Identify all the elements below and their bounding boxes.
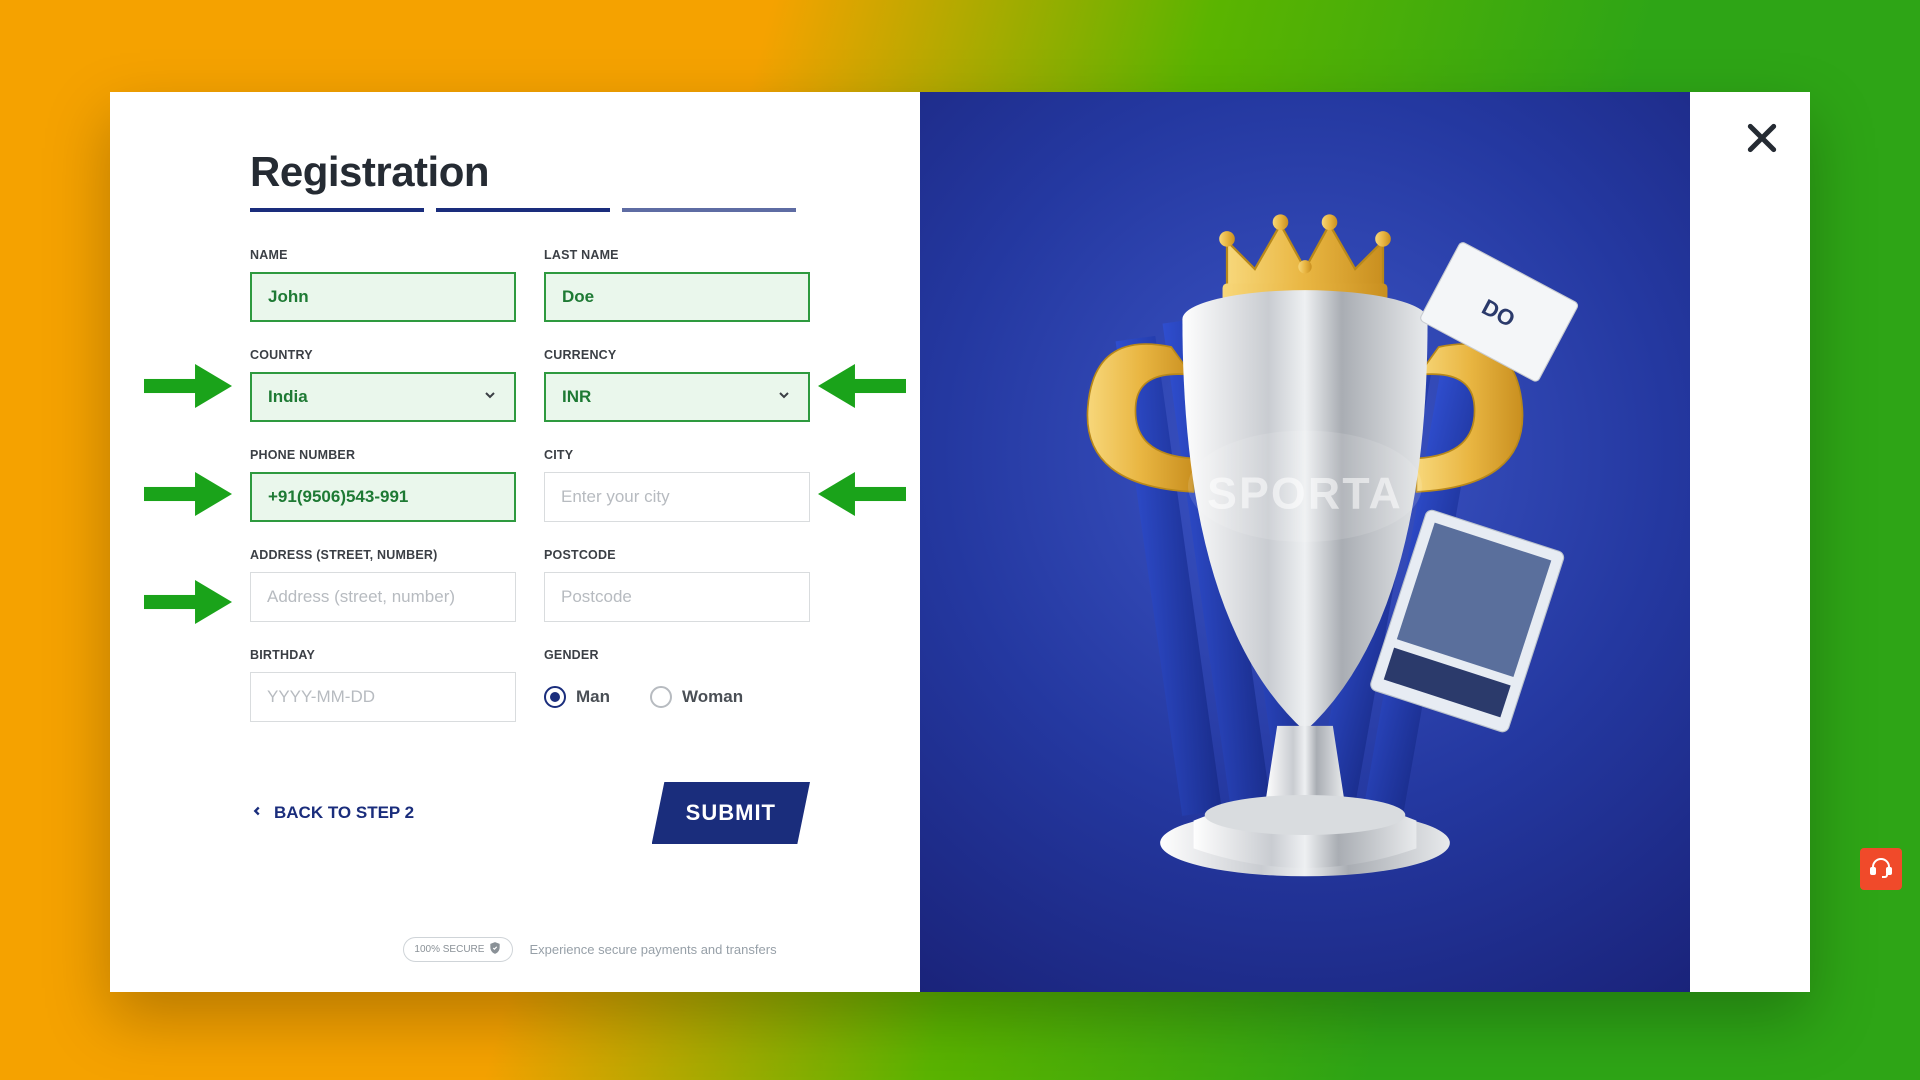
city-label: CITY — [544, 448, 810, 462]
chevron-down-icon — [776, 387, 792, 408]
postcode-label: POSTCODE — [544, 548, 810, 562]
promo-panel: SPORTA DO — [920, 92, 1690, 992]
gender-label: GENDER — [544, 648, 810, 662]
annotation-arrow-right-icon — [144, 470, 232, 518]
radio-circle-icon — [544, 686, 566, 708]
trophy-illustration: SPORTA DO — [920, 92, 1690, 992]
name-label: NAME — [250, 248, 516, 262]
postcode-input[interactable] — [544, 572, 810, 622]
secure-badge-text: 100% SECURE — [414, 944, 484, 955]
country-label: COUNTRY — [250, 348, 516, 362]
country-value: India — [268, 387, 308, 407]
step-progress — [250, 208, 810, 212]
chevron-down-icon — [482, 387, 498, 408]
address-label: ADDRESS (STREET, NUMBER) — [250, 548, 516, 562]
registration-modal: Registration NAME LAST NAME — [110, 92, 1810, 992]
close-button[interactable] — [1742, 118, 1782, 163]
gender-woman-radio[interactable]: Woman — [650, 686, 743, 708]
page-title: Registration — [250, 148, 810, 196]
chevron-left-icon — [250, 803, 264, 823]
submit-button[interactable]: SUBMIT — [652, 782, 810, 844]
city-input[interactable] — [544, 472, 810, 522]
gender-man-radio[interactable]: Man — [544, 686, 610, 708]
birthday-input[interactable] — [250, 672, 516, 722]
step-1 — [250, 208, 424, 212]
annotation-arrow-left-icon — [818, 470, 906, 518]
phone-input[interactable] — [250, 472, 516, 522]
phone-label: PHONE NUMBER — [250, 448, 516, 462]
lastname-input[interactable] — [544, 272, 810, 322]
currency-label: CURRENCY — [544, 348, 810, 362]
birthday-label: BIRTHDAY — [250, 648, 516, 662]
shield-check-icon — [488, 941, 502, 958]
currency-value: INR — [562, 387, 591, 407]
close-icon — [1742, 145, 1782, 162]
headset-icon — [1869, 855, 1893, 884]
step-2 — [436, 208, 610, 212]
secure-badge: 100% SECURE — [403, 937, 513, 962]
gender-man-label: Man — [576, 687, 610, 707]
form-panel: Registration NAME LAST NAME — [110, 92, 920, 992]
annotation-arrow-left-icon — [818, 362, 906, 410]
page-background: Registration NAME LAST NAME — [0, 0, 1920, 1080]
currency-select[interactable]: INR — [544, 372, 810, 422]
lastname-label: LAST NAME — [544, 248, 810, 262]
back-button[interactable]: BACK TO STEP 2 — [250, 803, 414, 823]
gender-woman-label: Woman — [682, 687, 743, 707]
step-3 — [622, 208, 796, 212]
annotation-arrow-right-icon — [144, 578, 232, 626]
back-label: BACK TO STEP 2 — [274, 803, 414, 823]
country-select[interactable]: India — [250, 372, 516, 422]
support-button[interactable] — [1860, 848, 1902, 890]
address-input[interactable] — [250, 572, 516, 622]
annotation-arrow-right-icon — [144, 362, 232, 410]
secure-text: Experience secure payments and transfers — [529, 942, 776, 957]
svg-text:SPORTA: SPORTA — [1207, 470, 1403, 519]
radio-circle-icon — [650, 686, 672, 708]
name-input[interactable] — [250, 272, 516, 322]
